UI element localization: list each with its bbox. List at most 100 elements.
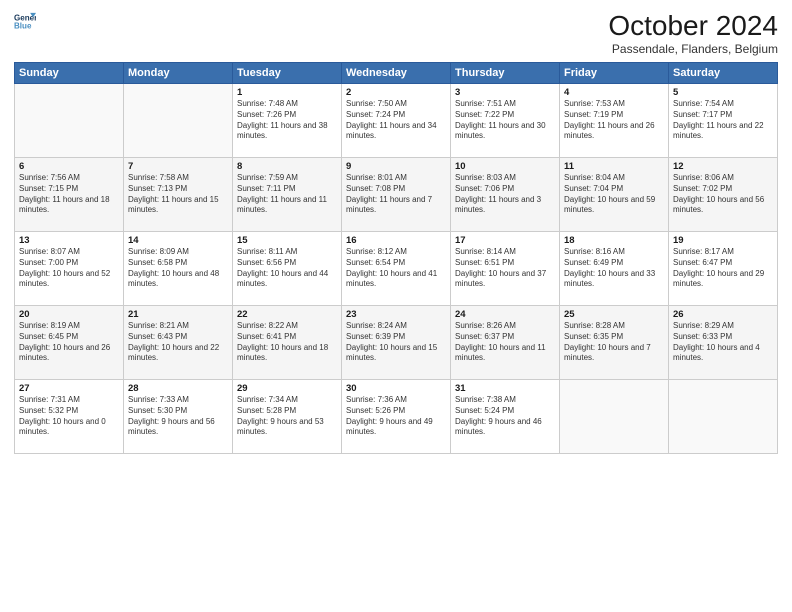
day-number: 8 xyxy=(237,161,337,172)
col-sunday: Sunday xyxy=(15,63,124,84)
calendar-week-row: 20Sunrise: 8:19 AM Sunset: 6:45 PM Dayli… xyxy=(15,306,778,380)
day-info: Sunrise: 8:09 AM Sunset: 6:58 PM Dayligh… xyxy=(128,247,228,290)
col-wednesday: Wednesday xyxy=(342,63,451,84)
day-info: Sunrise: 7:51 AM Sunset: 7:22 PM Dayligh… xyxy=(455,99,555,142)
day-info: Sunrise: 7:48 AM Sunset: 7:26 PM Dayligh… xyxy=(237,99,337,142)
day-info: Sunrise: 8:17 AM Sunset: 6:47 PM Dayligh… xyxy=(673,247,773,290)
day-number: 17 xyxy=(455,235,555,246)
day-info: Sunrise: 8:12 AM Sunset: 6:54 PM Dayligh… xyxy=(346,247,446,290)
day-info: Sunrise: 8:29 AM Sunset: 6:33 PM Dayligh… xyxy=(673,321,773,364)
day-info: Sunrise: 8:03 AM Sunset: 7:06 PM Dayligh… xyxy=(455,173,555,216)
logo-icon: General Blue xyxy=(14,10,36,32)
day-number: 30 xyxy=(346,383,446,394)
day-info: Sunrise: 7:33 AM Sunset: 5:30 PM Dayligh… xyxy=(128,395,228,438)
day-info: Sunrise: 7:38 AM Sunset: 5:24 PM Dayligh… xyxy=(455,395,555,438)
calendar-cell: 27Sunrise: 7:31 AM Sunset: 5:32 PM Dayli… xyxy=(15,380,124,454)
day-number: 19 xyxy=(673,235,773,246)
calendar-cell: 16Sunrise: 8:12 AM Sunset: 6:54 PM Dayli… xyxy=(342,232,451,306)
calendar-cell: 19Sunrise: 8:17 AM Sunset: 6:47 PM Dayli… xyxy=(669,232,778,306)
calendar-cell: 31Sunrise: 7:38 AM Sunset: 5:24 PM Dayli… xyxy=(451,380,560,454)
calendar-cell: 14Sunrise: 8:09 AM Sunset: 6:58 PM Dayli… xyxy=(124,232,233,306)
calendar-cell: 2Sunrise: 7:50 AM Sunset: 7:24 PM Daylig… xyxy=(342,84,451,158)
calendar-header-row: Sunday Monday Tuesday Wednesday Thursday… xyxy=(15,63,778,84)
day-number: 31 xyxy=(455,383,555,394)
calendar-cell: 24Sunrise: 8:26 AM Sunset: 6:37 PM Dayli… xyxy=(451,306,560,380)
day-number: 13 xyxy=(19,235,119,246)
day-number: 2 xyxy=(346,87,446,98)
col-monday: Monday xyxy=(124,63,233,84)
day-info: Sunrise: 7:31 AM Sunset: 5:32 PM Dayligh… xyxy=(19,395,119,438)
day-number: 7 xyxy=(128,161,228,172)
calendar-cell: 20Sunrise: 8:19 AM Sunset: 6:45 PM Dayli… xyxy=(15,306,124,380)
day-number: 12 xyxy=(673,161,773,172)
calendar-cell: 23Sunrise: 8:24 AM Sunset: 6:39 PM Dayli… xyxy=(342,306,451,380)
calendar-table: Sunday Monday Tuesday Wednesday Thursday… xyxy=(14,62,778,454)
calendar-cell: 21Sunrise: 8:21 AM Sunset: 6:43 PM Dayli… xyxy=(124,306,233,380)
calendar-cell: 1Sunrise: 7:48 AM Sunset: 7:26 PM Daylig… xyxy=(233,84,342,158)
day-info: Sunrise: 8:22 AM Sunset: 6:41 PM Dayligh… xyxy=(237,321,337,364)
calendar-cell xyxy=(560,380,669,454)
svg-text:Blue: Blue xyxy=(14,21,32,30)
day-number: 29 xyxy=(237,383,337,394)
day-info: Sunrise: 8:04 AM Sunset: 7:04 PM Dayligh… xyxy=(564,173,664,216)
calendar-cell: 9Sunrise: 8:01 AM Sunset: 7:08 PM Daylig… xyxy=(342,158,451,232)
day-number: 20 xyxy=(19,309,119,320)
day-info: Sunrise: 8:11 AM Sunset: 6:56 PM Dayligh… xyxy=(237,247,337,290)
day-number: 28 xyxy=(128,383,228,394)
day-info: Sunrise: 7:36 AM Sunset: 5:26 PM Dayligh… xyxy=(346,395,446,438)
calendar-cell: 30Sunrise: 7:36 AM Sunset: 5:26 PM Dayli… xyxy=(342,380,451,454)
calendar-cell: 13Sunrise: 8:07 AM Sunset: 7:00 PM Dayli… xyxy=(15,232,124,306)
calendar-cell xyxy=(15,84,124,158)
calendar-cell: 5Sunrise: 7:54 AM Sunset: 7:17 PM Daylig… xyxy=(669,84,778,158)
day-number: 27 xyxy=(19,383,119,394)
header: General Blue October 2024 Passendale, Fl… xyxy=(14,10,778,56)
calendar-cell: 15Sunrise: 8:11 AM Sunset: 6:56 PM Dayli… xyxy=(233,232,342,306)
col-thursday: Thursday xyxy=(451,63,560,84)
day-info: Sunrise: 7:34 AM Sunset: 5:28 PM Dayligh… xyxy=(237,395,337,438)
day-number: 26 xyxy=(673,309,773,320)
calendar-cell: 7Sunrise: 7:58 AM Sunset: 7:13 PM Daylig… xyxy=(124,158,233,232)
day-number: 16 xyxy=(346,235,446,246)
calendar-cell: 10Sunrise: 8:03 AM Sunset: 7:06 PM Dayli… xyxy=(451,158,560,232)
day-info: Sunrise: 8:21 AM Sunset: 6:43 PM Dayligh… xyxy=(128,321,228,364)
location: Passendale, Flanders, Belgium xyxy=(608,42,778,56)
day-info: Sunrise: 8:06 AM Sunset: 7:02 PM Dayligh… xyxy=(673,173,773,216)
col-saturday: Saturday xyxy=(669,63,778,84)
day-number: 10 xyxy=(455,161,555,172)
calendar-cell: 26Sunrise: 8:29 AM Sunset: 6:33 PM Dayli… xyxy=(669,306,778,380)
day-info: Sunrise: 7:50 AM Sunset: 7:24 PM Dayligh… xyxy=(346,99,446,142)
day-number: 1 xyxy=(237,87,337,98)
day-number: 11 xyxy=(564,161,664,172)
calendar-cell xyxy=(124,84,233,158)
calendar-cell: 11Sunrise: 8:04 AM Sunset: 7:04 PM Dayli… xyxy=(560,158,669,232)
logo: General Blue xyxy=(14,10,36,32)
day-info: Sunrise: 7:58 AM Sunset: 7:13 PM Dayligh… xyxy=(128,173,228,216)
day-info: Sunrise: 8:28 AM Sunset: 6:35 PM Dayligh… xyxy=(564,321,664,364)
day-info: Sunrise: 8:14 AM Sunset: 6:51 PM Dayligh… xyxy=(455,247,555,290)
calendar-cell: 17Sunrise: 8:14 AM Sunset: 6:51 PM Dayli… xyxy=(451,232,560,306)
calendar-cell xyxy=(669,380,778,454)
calendar-week-row: 13Sunrise: 8:07 AM Sunset: 7:00 PM Dayli… xyxy=(15,232,778,306)
day-number: 25 xyxy=(564,309,664,320)
day-number: 23 xyxy=(346,309,446,320)
day-info: Sunrise: 8:07 AM Sunset: 7:00 PM Dayligh… xyxy=(19,247,119,290)
day-number: 24 xyxy=(455,309,555,320)
day-number: 4 xyxy=(564,87,664,98)
calendar-cell: 8Sunrise: 7:59 AM Sunset: 7:11 PM Daylig… xyxy=(233,158,342,232)
calendar-cell: 28Sunrise: 7:33 AM Sunset: 5:30 PM Dayli… xyxy=(124,380,233,454)
day-info: Sunrise: 8:01 AM Sunset: 7:08 PM Dayligh… xyxy=(346,173,446,216)
day-number: 9 xyxy=(346,161,446,172)
calendar-week-row: 27Sunrise: 7:31 AM Sunset: 5:32 PM Dayli… xyxy=(15,380,778,454)
day-info: Sunrise: 7:56 AM Sunset: 7:15 PM Dayligh… xyxy=(19,173,119,216)
day-info: Sunrise: 8:16 AM Sunset: 6:49 PM Dayligh… xyxy=(564,247,664,290)
day-number: 3 xyxy=(455,87,555,98)
day-number: 22 xyxy=(237,309,337,320)
day-info: Sunrise: 7:59 AM Sunset: 7:11 PM Dayligh… xyxy=(237,173,337,216)
title-block: October 2024 Passendale, Flanders, Belgi… xyxy=(608,10,778,56)
col-tuesday: Tuesday xyxy=(233,63,342,84)
day-number: 21 xyxy=(128,309,228,320)
day-info: Sunrise: 8:24 AM Sunset: 6:39 PM Dayligh… xyxy=(346,321,446,364)
day-number: 18 xyxy=(564,235,664,246)
day-number: 6 xyxy=(19,161,119,172)
calendar-cell: 22Sunrise: 8:22 AM Sunset: 6:41 PM Dayli… xyxy=(233,306,342,380)
